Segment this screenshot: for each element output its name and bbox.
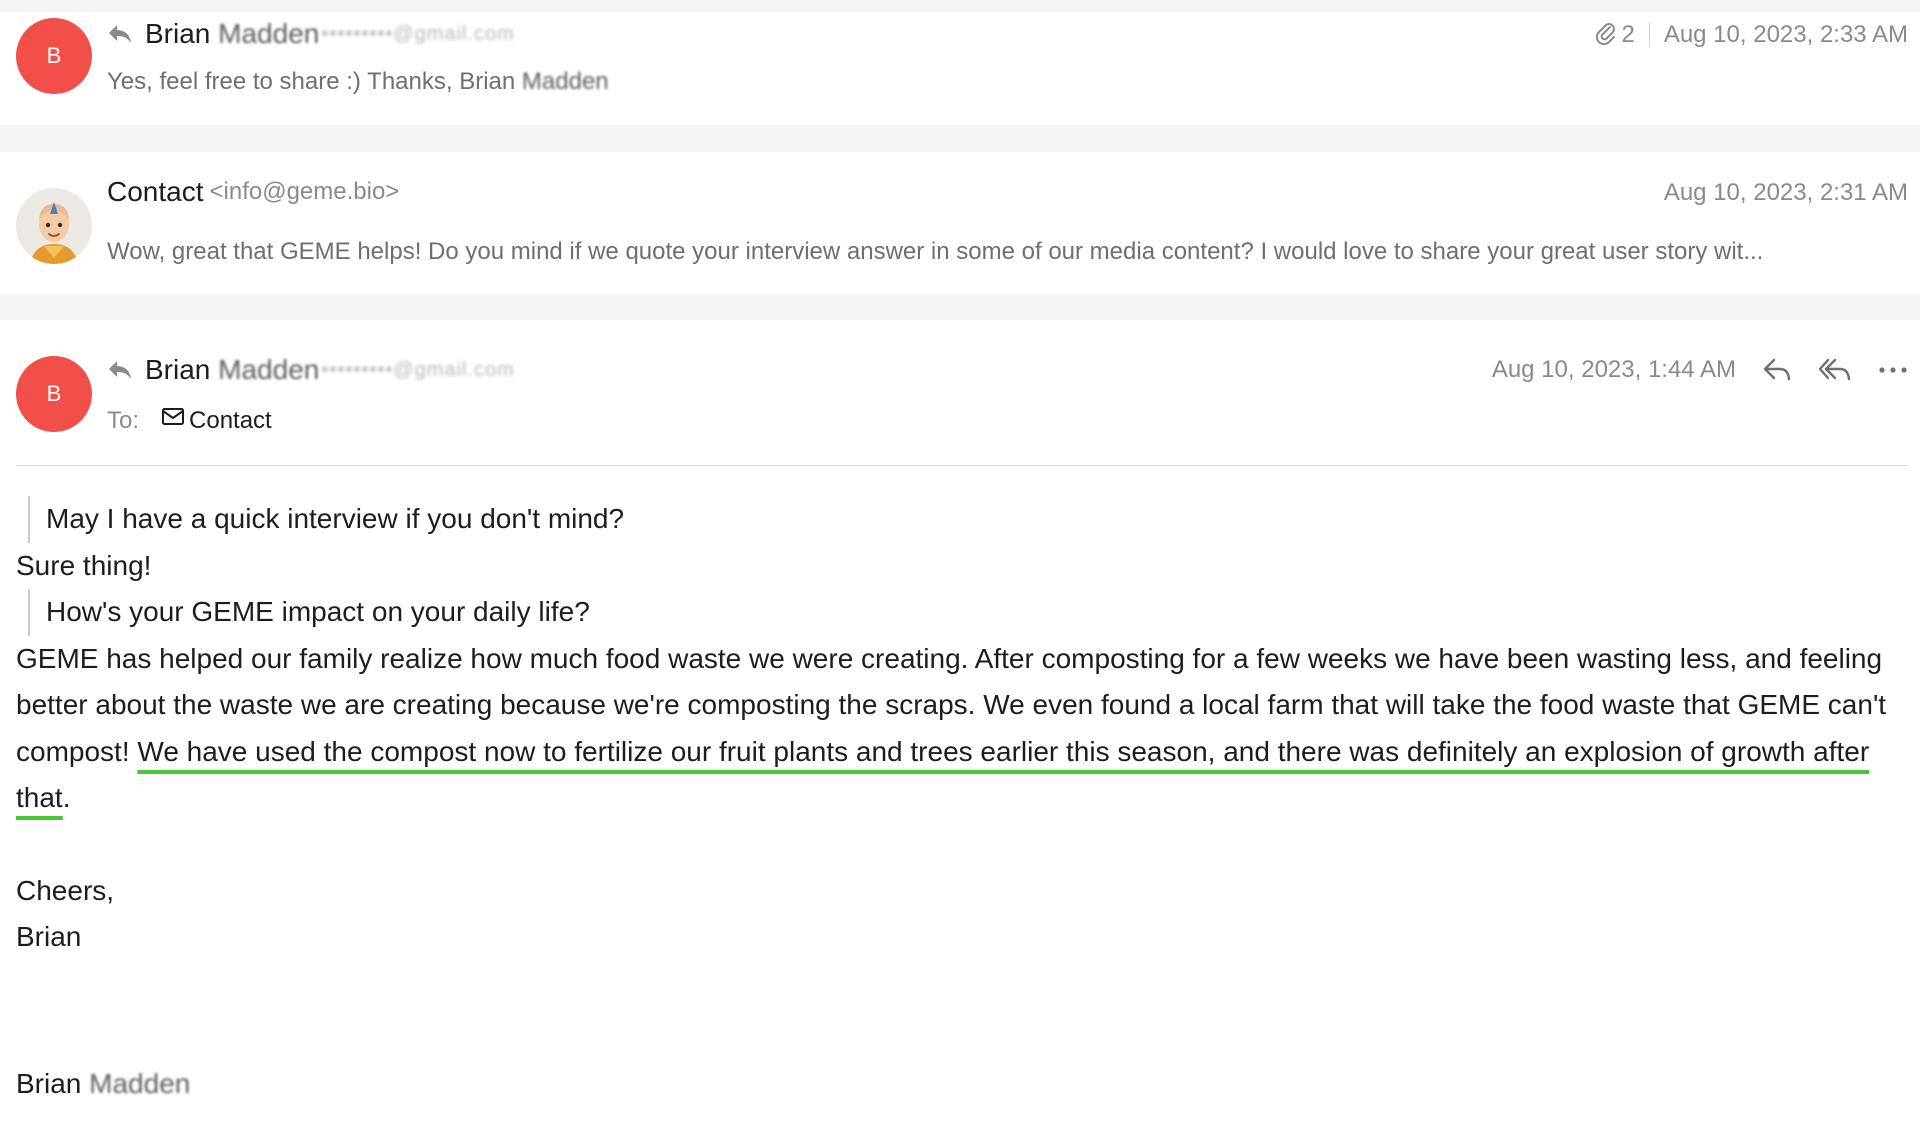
sender-avatar: B bbox=[16, 18, 92, 94]
sender-row: Contact <info@geme.bio> bbox=[107, 172, 399, 212]
to-label: To: bbox=[107, 406, 140, 434]
message-item-2[interactable]: Contact <info@geme.bio> Wow, great that … bbox=[0, 152, 1920, 294]
sender-email: <info@geme.bio> bbox=[209, 178, 400, 205]
signature: Brian Madden bbox=[16, 1061, 1908, 1108]
message-preview: Wow, great that GEME helps! Do you mind … bbox=[107, 238, 1764, 265]
highlighted-answer: We have used the compost now to fertiliz… bbox=[16, 735, 1870, 814]
envelope-icon bbox=[161, 406, 185, 435]
reply-icon[interactable] bbox=[1762, 357, 1792, 383]
preview-text: Yes, feel free to share :) Thanks, Brian bbox=[107, 68, 516, 95]
signature-first: Brian bbox=[16, 1067, 82, 1099]
message-meta: 2 Aug 10, 2023, 2:33 AM bbox=[1593, 18, 1908, 52]
more-icon[interactable] bbox=[1878, 366, 1908, 374]
message-meta: Aug 10, 2023, 2:31 AM bbox=[1664, 176, 1908, 210]
attachment-count: 2 bbox=[1621, 21, 1635, 48]
meta-divider bbox=[1648, 23, 1650, 47]
sender-email-redacted: •••••••••@gmail.com bbox=[321, 358, 515, 381]
answer-paragraph: GEME has helped our family realize how m… bbox=[16, 636, 1908, 822]
preview-surname-redacted: Madden bbox=[521, 68, 609, 95]
sender-surname-redacted: Madden bbox=[218, 18, 320, 49]
sender-name: Brian bbox=[145, 354, 211, 385]
signoff-name: Brian bbox=[16, 921, 82, 952]
sender-surname-redacted: Madden bbox=[218, 354, 320, 385]
contact-avatar-icon bbox=[16, 188, 92, 264]
paperclip-icon bbox=[1593, 19, 1617, 52]
signature-surname-redacted: Madden bbox=[89, 1067, 191, 1099]
sender-row: Brian Madden •••••••••@gmail.com bbox=[107, 350, 515, 390]
sender-name: Brian bbox=[145, 18, 211, 49]
quoted-question-1: May I have a quick interview if you don'… bbox=[28, 496, 1908, 543]
avatar-initial: B bbox=[46, 43, 62, 68]
quoted-question-2: How's your GEME impact on your daily lif… bbox=[28, 589, 1908, 636]
header-divider bbox=[16, 465, 1908, 466]
message-date: Aug 10, 2023, 2:31 AM bbox=[1663, 179, 1908, 206]
sender-email-redacted: •••••••••@gmail.com bbox=[321, 22, 515, 45]
recipient-chip[interactable]: Contact bbox=[161, 406, 272, 435]
sender-name: Contact bbox=[107, 176, 204, 207]
attachment-indicator[interactable]: 2 bbox=[1593, 19, 1635, 52]
sender-row: Brian Madden •••••••••@gmail.com bbox=[107, 14, 515, 54]
reply-line-1: Sure thing! bbox=[16, 549, 152, 581]
message-preview: Yes, feel free to share :) Thanks, Brian… bbox=[107, 68, 609, 96]
message-item-1[interactable]: B Brian Madden •••••••••@gmail.com Yes, … bbox=[0, 12, 1920, 125]
message-body: May I have a quick interview if you don'… bbox=[16, 496, 1908, 1107]
reply-all-icon[interactable] bbox=[1818, 357, 1852, 383]
reply-arrow-icon bbox=[107, 23, 133, 45]
message-date: Aug 10, 2023, 1:44 AM bbox=[1491, 356, 1736, 383]
message-meta: Aug 10, 2023, 1:44 AM bbox=[1492, 352, 1908, 388]
avatar-initial: B bbox=[46, 381, 62, 406]
answer-end: . bbox=[62, 782, 71, 813]
reply-arrow-icon bbox=[107, 359, 133, 381]
sender-avatar: B bbox=[16, 356, 92, 432]
message-item-3-expanded: B Brian Madden •••••••••@gmail.com Aug 1… bbox=[0, 320, 1920, 1144]
recipient-name: Contact bbox=[189, 406, 272, 434]
message-date: Aug 10, 2023, 2:33 AM bbox=[1663, 21, 1908, 48]
signoff: Cheers, bbox=[16, 874, 115, 906]
recipients-row: To: Contact bbox=[107, 406, 272, 435]
